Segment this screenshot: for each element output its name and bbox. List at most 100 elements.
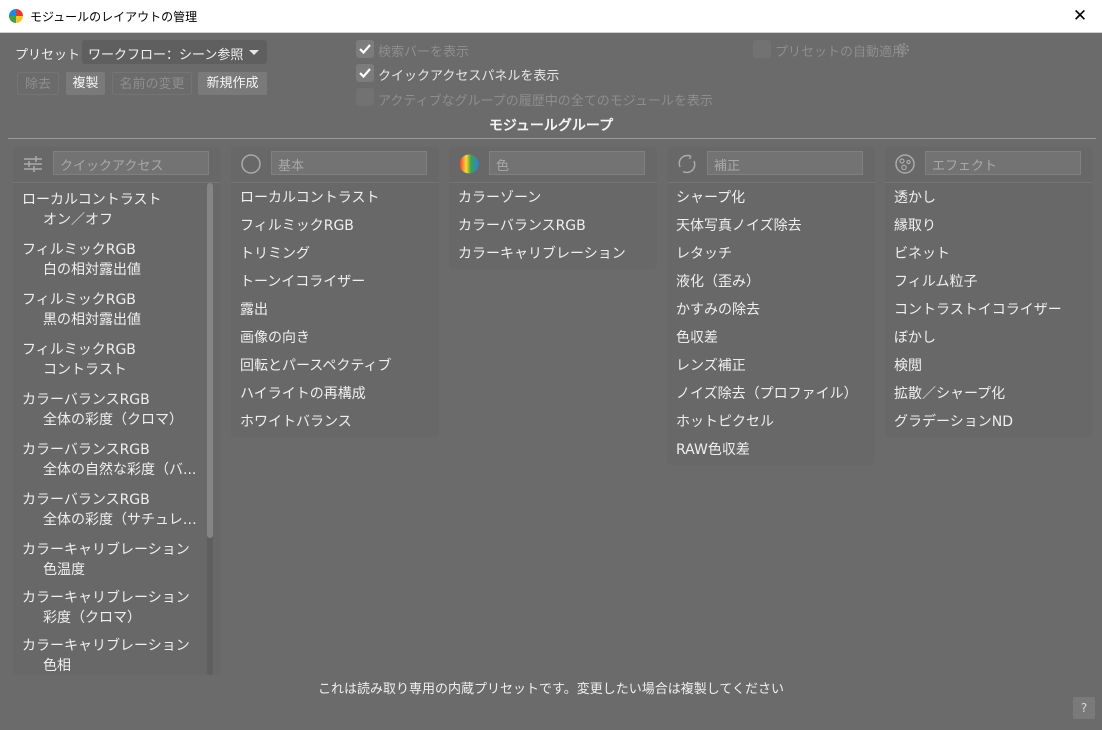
group-name-field[interactable]: 基本	[271, 151, 427, 175]
rename-button[interactable]: 名前の変更	[112, 72, 192, 95]
circle-icon[interactable]	[240, 153, 262, 175]
list-item[interactable]: フィルミックRGB	[231, 212, 439, 240]
refresh-circle-icon[interactable]	[676, 153, 698, 175]
group-name-field[interactable]: クイックアクセス	[53, 151, 209, 175]
list-item[interactable]: 縁取り	[885, 212, 1093, 240]
list-item[interactable]: 検閲	[885, 352, 1093, 380]
item-module: フィルミックRGB	[22, 292, 136, 308]
show-quick-checkbox[interactable]	[356, 64, 374, 82]
scrollbar-thumb[interactable]	[207, 183, 213, 538]
close-button[interactable]: ✕	[1058, 0, 1102, 32]
effects-icon[interactable]	[894, 153, 916, 175]
list-item[interactable]: フィルミックRGB 黒の相対露出値	[13, 284, 221, 334]
group-quick-access: クイックアクセス ローカルコントラスト オン／オフ フィルミックRGB 白の相対露出…	[13, 147, 221, 675]
list-item[interactable]: 露出	[231, 296, 439, 324]
list-item[interactable]: トリミング	[231, 240, 439, 268]
list-item[interactable]: フィルミックRGB 白の相対露出値	[13, 234, 221, 284]
remove-button[interactable]: 除去	[17, 72, 59, 95]
list-item[interactable]: カラーバランスRGB 全体の自然な彩度（バ...	[13, 434, 221, 484]
group-name-field[interactable]: エフェクト	[925, 151, 1081, 175]
item-setting: 白の相対露出値	[43, 262, 141, 278]
quick-access-scrollbar[interactable]	[207, 183, 213, 675]
list-item[interactable]: フィルム粒子	[885, 268, 1093, 296]
group-header: 補正	[667, 147, 875, 183]
list-item[interactable]: レンズ補正	[667, 352, 875, 380]
correct-list: シャープ化 天体写真ノイズ除去 レタッチ 液化（歪み） かすみの除去 色収差 レ…	[667, 184, 875, 464]
list-item[interactable]: ノイズ除去（プロファイル）	[667, 380, 875, 408]
group-name-field[interactable]: 補正	[707, 151, 863, 175]
check-icon	[359, 44, 371, 55]
group-header: エフェクト	[885, 147, 1093, 183]
list-item[interactable]: シャープ化	[667, 184, 875, 212]
item-module: カラーキャリブレーション	[22, 542, 190, 558]
list-item[interactable]: フィルミックRGB コントラスト	[13, 334, 221, 384]
list-item[interactable]: ビネット	[885, 240, 1093, 268]
show-all-history-checkbox[interactable]	[356, 88, 374, 106]
help-button[interactable]: ?	[1073, 697, 1095, 719]
group-correct: 補正 シャープ化 天体写真ノイズ除去 レタッチ 液化（歪み） かすみの除去 色収…	[667, 147, 875, 465]
list-item[interactable]: RAW色収差	[667, 436, 875, 464]
list-item[interactable]: ホットピクセル	[667, 408, 875, 436]
item-module: ローカルコントラスト	[22, 192, 162, 208]
group-name-field[interactable]: 色	[489, 151, 645, 175]
auto-apply-label: プリセットの自動適用	[775, 45, 906, 60]
list-item[interactable]: レタッチ	[667, 240, 875, 268]
item-setting: 彩度（クロマ）	[43, 610, 141, 626]
show-all-history-label: アクティブなグループの履歴中の全てのモジュールを表示	[378, 94, 713, 109]
effect-list: 透かし 縁取り ビネット フィルム粒子 コントラストイコライザー ぼかし 検閲 …	[885, 184, 1093, 436]
item-module: カラーバランスRGB	[22, 392, 150, 408]
list-item[interactable]: カラーバランスRGB	[449, 212, 657, 240]
list-item[interactable]: ハイライトの再構成	[231, 380, 439, 408]
basic-list: ローカルコントラスト フィルミックRGB トリミング トーンイコライザー 露出 …	[231, 184, 439, 436]
item-setting: 全体の彩度（サチュレー...	[43, 512, 203, 528]
list-item[interactable]: カラーバランスRGB 全体の彩度（クロマ）	[13, 384, 221, 434]
sliders-icon[interactable]	[22, 153, 44, 175]
gear-icon[interactable]	[895, 41, 911, 57]
separator	[231, 182, 439, 183]
list-item[interactable]: カラーキャリブレーション 色相	[13, 630, 221, 674]
item-setting: 全体の自然な彩度（バ...	[43, 462, 197, 478]
read-only-notice: これは読み取り専用の内蔵プリセットです。変更したい場合は複製してください	[318, 682, 784, 697]
list-item[interactable]: カラーキャリブレーション 色温度	[13, 534, 221, 582]
group-header: クイックアクセス	[13, 147, 221, 183]
auto-apply-checkbox[interactable]	[753, 40, 771, 58]
list-item[interactable]: 色収差	[667, 324, 875, 352]
new-button[interactable]: 新規作成	[198, 72, 267, 95]
list-item[interactable]: 天体写真ノイズ除去	[667, 212, 875, 240]
item-module: カラーバランスRGB	[22, 442, 150, 458]
list-item[interactable]: カラーバランスRGB 全体の彩度（サチュレー...	[13, 484, 221, 534]
item-setting: コントラスト	[43, 362, 127, 378]
list-item[interactable]: ローカルコントラスト	[231, 184, 439, 212]
item-module: フィルミックRGB	[22, 342, 136, 358]
group-header: 色	[449, 147, 657, 183]
list-item[interactable]: ぼかし	[885, 324, 1093, 352]
list-item[interactable]: 拡散／シャープ化	[885, 380, 1093, 408]
show-search-checkbox[interactable]	[356, 40, 374, 58]
item-setting: 黒の相対露出値	[43, 312, 141, 328]
preset-dropdown[interactable]: ワークフロー：シーン参照	[82, 40, 267, 64]
color-wheel-icon[interactable]	[458, 153, 480, 175]
group-effect: エフェクト 透かし 縁取り ビネット フィルム粒子 コントラストイコライザー ぼ…	[885, 147, 1093, 437]
list-item[interactable]: ホワイトバランス	[231, 408, 439, 436]
list-item[interactable]: 画像の向き	[231, 324, 439, 352]
list-item[interactable]: トーンイコライザー	[231, 268, 439, 296]
item-setting: オン／オフ	[43, 212, 113, 228]
list-item[interactable]: かすみの除去	[667, 296, 875, 324]
list-item[interactable]: 透かし	[885, 184, 1093, 212]
list-item[interactable]: カラーゾーン	[449, 184, 657, 212]
color-list: カラーゾーン カラーバランスRGB カラーキャリブレーション	[449, 184, 657, 268]
list-item[interactable]: 液化（歪み）	[667, 268, 875, 296]
list-item[interactable]: グラデーションND	[885, 408, 1093, 436]
list-item[interactable]: コントラストイコライザー	[885, 296, 1093, 324]
list-item[interactable]: カラーキャリブレーション	[449, 240, 657, 268]
separator	[13, 182, 221, 183]
item-module: カラーバランスRGB	[22, 492, 150, 508]
list-item[interactable]: カラーキャリブレーション彩度（クロマ）	[13, 582, 221, 630]
group-color: 色 カラーゾーン カラーバランスRGB カラーキャリブレーション	[449, 147, 657, 269]
window-title: モジュールのレイアウトの管理	[30, 10, 198, 24]
duplicate-button[interactable]: 複製	[66, 72, 105, 95]
item-module: カラーキャリブレーション	[22, 590, 190, 606]
list-item[interactable]: ローカルコントラストオン／オフ	[13, 184, 221, 234]
list-item[interactable]: 回転とパースペクティブ	[231, 352, 439, 380]
group-header: 基本	[231, 147, 439, 183]
